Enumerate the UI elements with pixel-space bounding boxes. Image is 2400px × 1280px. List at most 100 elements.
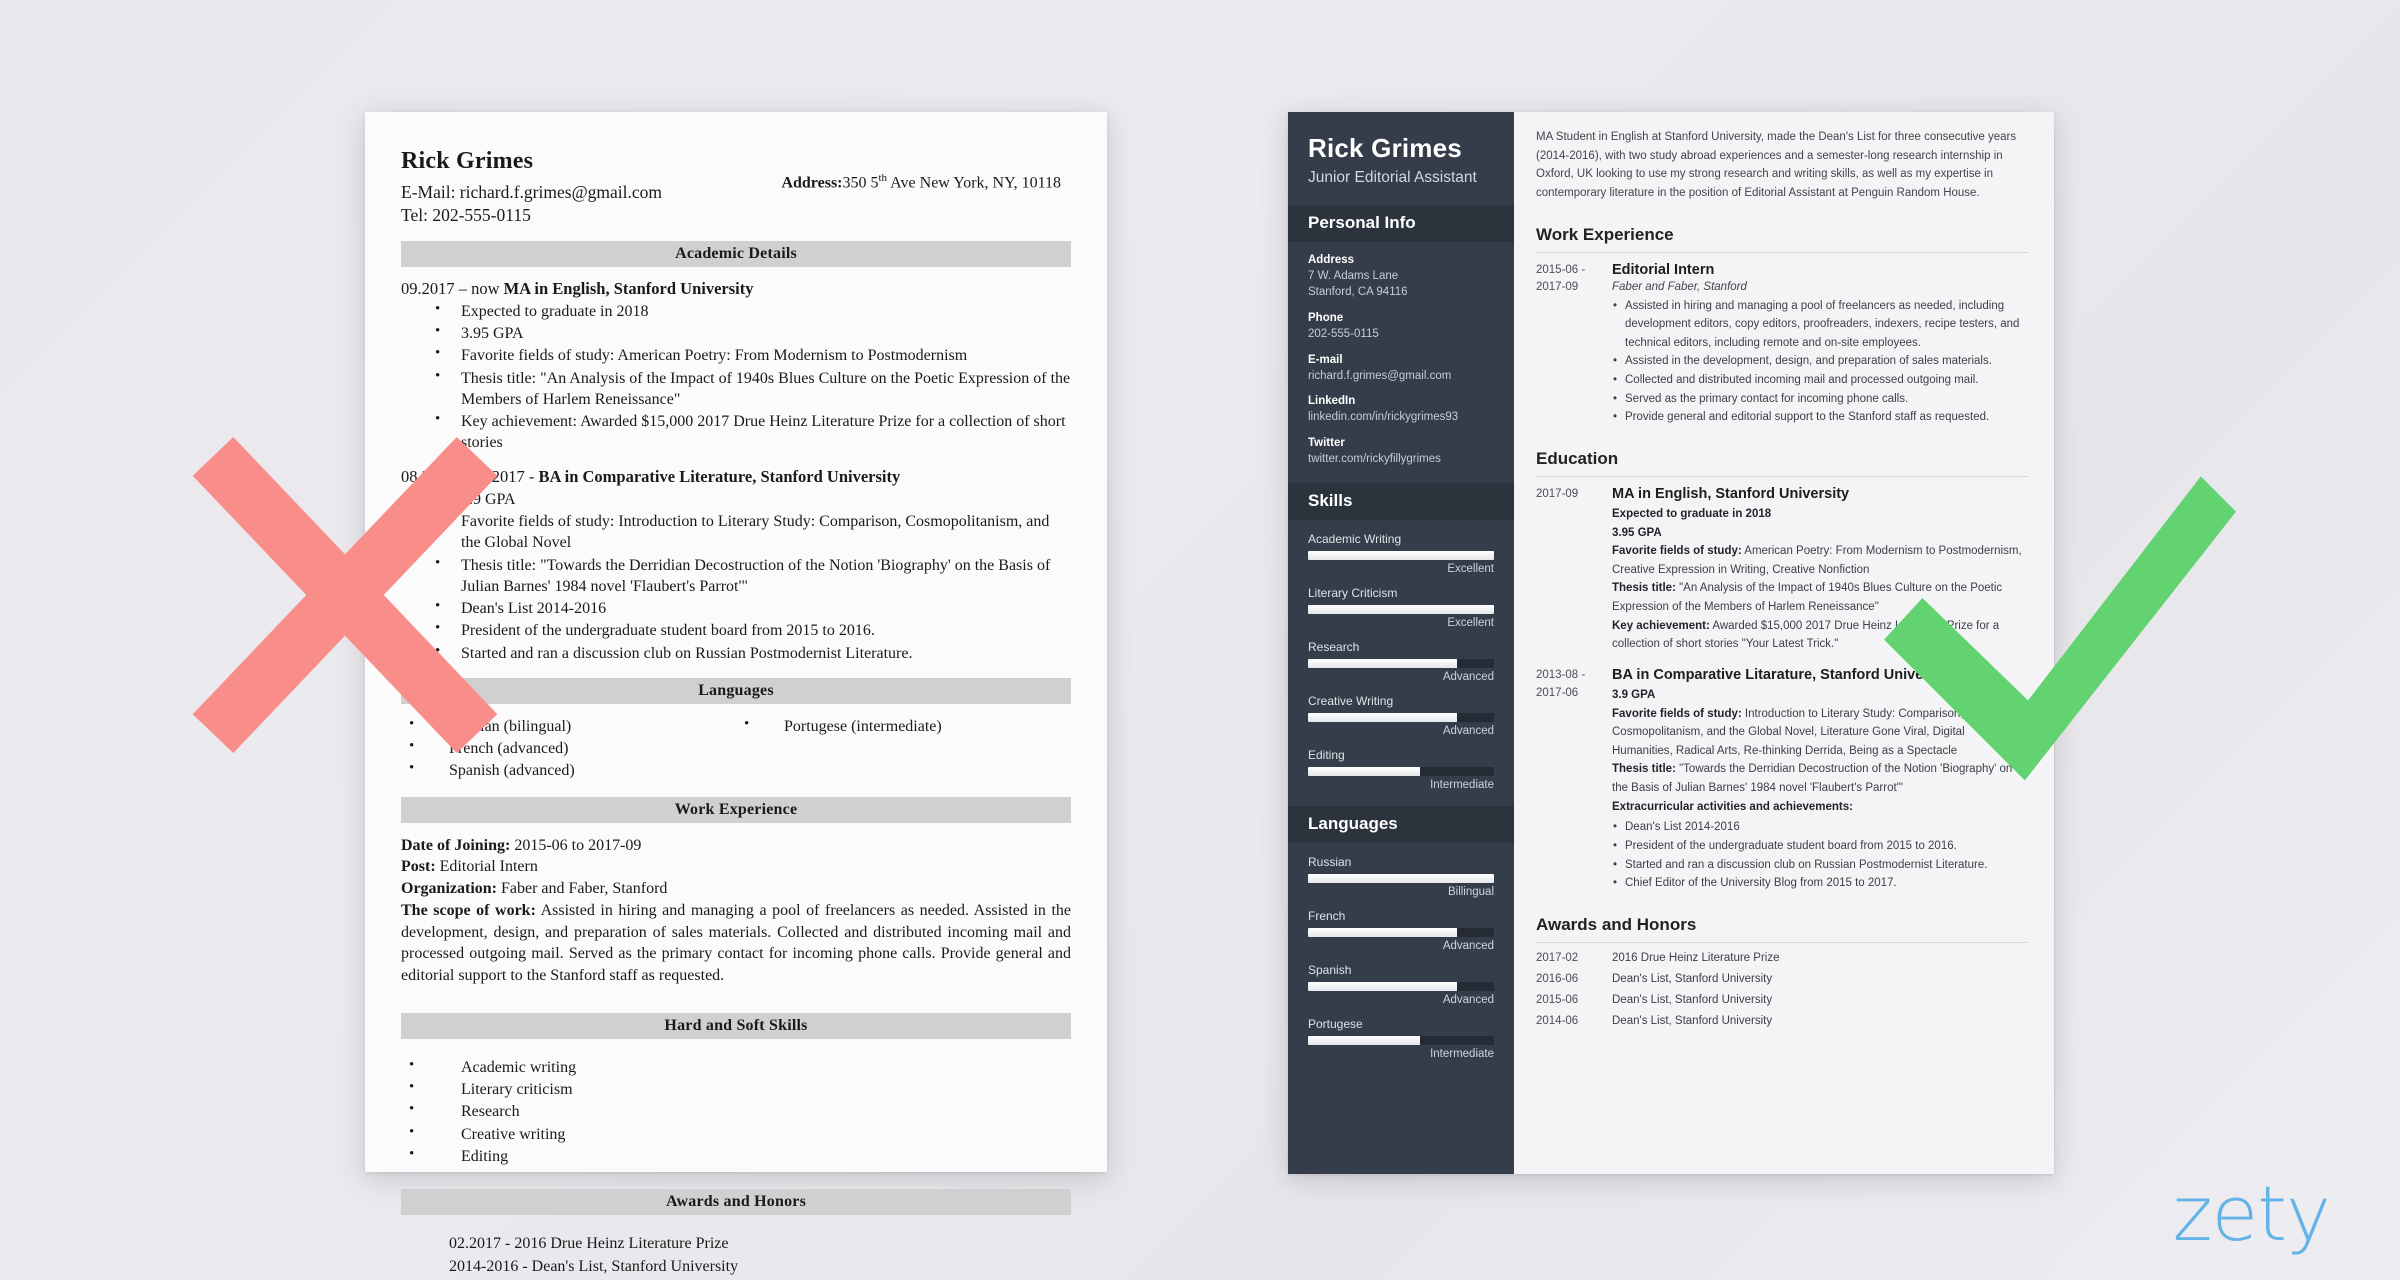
good-education-line: Favorite fields of study: American Poetr… bbox=[1612, 545, 2022, 576]
bad-resume-document: Rick Grimes E-Mail: richard.f.grimes@gma… bbox=[365, 112, 1107, 1275]
bad-education-dates: 09.2017 – now bbox=[401, 278, 504, 298]
bad-section-skills: Hard and Soft Skills bbox=[401, 1012, 1071, 1039]
good-education-line-label: Thesis title: bbox=[1612, 582, 1676, 595]
good-skill-level: Intermediate bbox=[1430, 778, 1494, 791]
good-language-level: Advanced bbox=[1442, 993, 1494, 1006]
good-sidebar-header: Rick Grimes Junior Editorial Assistant bbox=[1288, 112, 1514, 205]
bad-languages-column-2: Portugese (intermediate) bbox=[736, 715, 1071, 783]
good-skill-track bbox=[1308, 604, 1494, 614]
bad-resume-email: E-Mail: richard.f.grimes@gmail.com bbox=[401, 181, 663, 202]
good-language-level: Advanced bbox=[1442, 939, 1494, 952]
good-education-content: MA in English, Stanford University Expect… bbox=[1612, 486, 2028, 654]
good-personal-info-label: LinkedIn bbox=[1308, 395, 1356, 408]
good-education-line: 3.95 GPA bbox=[1612, 524, 2028, 543]
good-section-education: Education 2017-09 MA in English, Stanford… bbox=[1536, 449, 2028, 893]
good-education-title: BA in Comparative Litarature, Stanford U… bbox=[1612, 666, 1954, 683]
good-education-date: 2013-08 -2017-06 bbox=[1536, 668, 1586, 699]
good-award-date: 2015-06 bbox=[1536, 993, 1579, 1006]
bad-section-languages: Languages bbox=[401, 677, 1071, 704]
good-language-track bbox=[1308, 927, 1494, 937]
bad-skill-item: Academic writing bbox=[409, 1056, 1071, 1078]
bad-resume-address-value-a: 350 5 bbox=[842, 174, 879, 192]
good-skill-label: Academic Writing bbox=[1308, 531, 1402, 546]
good-language-bars-list: Russian Billingual French Advanced Spanish Ad… bbox=[1288, 843, 1514, 1075]
good-skill-fill bbox=[1308, 604, 1494, 614]
good-work-title: Editorial Intern bbox=[1612, 261, 1715, 278]
bad-skill-item: Creative writing bbox=[409, 1123, 1071, 1145]
bad-language-item: Portugese (intermediate) bbox=[744, 715, 1071, 737]
good-education-bullet: President of the undergraduate student b… bbox=[1612, 837, 2028, 856]
bad-resume-address-value-b: Ave New York, NY, 10118 bbox=[887, 174, 1061, 192]
good-work-content: Editorial Intern Faber and Faber, Stanfor… bbox=[1612, 262, 2028, 427]
good-work-bullets: Assisted in hiring and managing a pool o… bbox=[1612, 297, 2028, 427]
good-education-entry: 2013-08 -2017-06 BA in Comparative Litara… bbox=[1536, 667, 2028, 893]
good-skill-bars-list: Academic Writing Excellent Literary Critic… bbox=[1288, 520, 1514, 806]
good-skill-track bbox=[1308, 766, 1494, 776]
bad-education-bullet: Key achievement: Awarded $15,000 2017 Dr… bbox=[435, 410, 1071, 454]
good-skill-label: Research bbox=[1308, 639, 1360, 654]
good-language-fill bbox=[1308, 1035, 1420, 1045]
good-education-line-label: 3.9 GPA bbox=[1612, 688, 1656, 701]
good-award-text: Dean's List, Stanford University bbox=[1612, 993, 1773, 1006]
good-award-text: Dean's List, Stanford University bbox=[1612, 972, 1773, 985]
good-section-awards: Awards and Honors 2017-02 2016 Drue Heinz… bbox=[1536, 915, 2028, 1027]
bad-resume-name: Rick Grimes bbox=[401, 148, 534, 174]
bad-education-bullet: Favorite fields of study: Introduction t… bbox=[435, 510, 1071, 554]
good-award-row: 2014-06 Dean's List, Stanford University bbox=[1536, 1015, 2028, 1027]
good-award-text: 2016 Drue Heinz Literature Prize bbox=[1612, 951, 1780, 964]
bad-resume-address-label: Address: bbox=[781, 174, 843, 192]
good-sidebar-heading-personal-info: Personal Info bbox=[1288, 204, 1514, 242]
good-heading-education: Education bbox=[1536, 449, 2028, 477]
bad-education-bullets: 3.9 GPAFavorite fields of study: Introdu… bbox=[435, 488, 1071, 664]
bad-education-bullet: 3.9 GPA bbox=[435, 488, 1071, 510]
bad-languages-grid: Russian (bilingual)French (advanced)Span… bbox=[401, 715, 1071, 783]
good-language: French Advanced bbox=[1308, 909, 1494, 952]
bad-section-academic-details: Academic Details bbox=[401, 240, 1071, 267]
good-education-content: BA in Comparative Litarature, Stanford U… bbox=[1612, 667, 2028, 893]
good-skill-level: Excellent bbox=[1447, 562, 1494, 575]
bad-resume-contact-block: Rick Grimes E-Mail: richard.f.grimes@gma… bbox=[401, 146, 662, 227]
good-skill-track bbox=[1308, 658, 1494, 668]
good-resume-job-title: Junior Editorial Assistant bbox=[1308, 168, 1477, 186]
good-award-date: 2016-06 bbox=[1536, 972, 1579, 985]
bad-skill-item: Research bbox=[409, 1100, 1071, 1122]
good-heading-awards: Awards and Honors bbox=[1536, 915, 2028, 943]
good-personal-info-item: Address 7 W. Adams Lane Stanford, CA 94116 bbox=[1308, 254, 1494, 301]
good-education-bullets: Dean's List 2014-2016President of the un… bbox=[1612, 818, 2028, 893]
bad-education-bullet: Started and ran a discussion club on Rus… bbox=[435, 642, 1071, 664]
good-skill-fill bbox=[1308, 550, 1494, 560]
good-skill-track bbox=[1308, 550, 1494, 560]
good-awards-entries: 2017-02 2016 Drue Heinz Literature Prize 2… bbox=[1536, 952, 2028, 1027]
good-language-fill bbox=[1308, 873, 1494, 883]
good-resume-sidebar: Rick Grimes Junior Editorial Assistant P… bbox=[1288, 112, 1514, 1174]
good-education-line: Thesis title: "Towards the Derridian Dec… bbox=[1612, 763, 2013, 794]
bad-education-heading: 09.2017 – now MA in English, Stanford Un… bbox=[401, 279, 1071, 299]
good-education-line: 3.9 GPA bbox=[1612, 686, 2028, 705]
good-education-line-label: 3.95 GPA bbox=[1612, 526, 1662, 539]
bad-education-entry: 08.2013 – 06.2017 - BA in Comparative Li… bbox=[401, 467, 1071, 664]
good-education-entry: 2017-09 MA in English, Stanford Universit… bbox=[1536, 486, 2028, 654]
good-skill-label: Creative Writing bbox=[1308, 693, 1394, 708]
good-work-bullet: Assisted in hiring and managing a pool o… bbox=[1612, 297, 2028, 353]
good-heading-work-experience: Work Experience bbox=[1536, 225, 2028, 253]
good-sidebar-heading-skills: Skills bbox=[1288, 482, 1514, 520]
good-education-entries: 2017-09 MA in English, Stanford Universit… bbox=[1536, 486, 2028, 893]
good-language-level: Intermediate bbox=[1430, 1047, 1494, 1060]
good-personal-info-list: Address 7 W. Adams Lane Stanford, CA 94116… bbox=[1288, 242, 1514, 483]
good-education-line-label: Favorite fields of study: bbox=[1612, 545, 1742, 558]
good-language-track bbox=[1308, 873, 1494, 883]
good-work-bullet: Provide general and editorial support to… bbox=[1612, 408, 2028, 427]
good-skill: Literary Criticism Excellent bbox=[1308, 586, 1494, 629]
good-work-org: Faber and Faber, Stanford bbox=[1612, 280, 1747, 293]
bad-education-bullet: Thesis title: "Towards the Derridian Dec… bbox=[435, 554, 1071, 598]
bad-education-heading: 08.2013 – 06.2017 - BA in Comparative Li… bbox=[401, 467, 1071, 487]
good-language-track bbox=[1308, 1035, 1494, 1045]
good-language-label: Spanish bbox=[1308, 962, 1352, 977]
good-education-line: Extracurricular activities and achieveme… bbox=[1612, 798, 2028, 817]
good-resume-main-column: MA Student in English at Stanford Univer… bbox=[1514, 112, 2054, 1174]
good-skill-label: Editing bbox=[1308, 747, 1345, 762]
bad-work-block: Date of Joining: 2015-06 to 2017-09 Post… bbox=[401, 835, 1071, 987]
good-award-text: Dean's List, Stanford University bbox=[1612, 1014, 1773, 1027]
good-award-row: 2015-06 Dean's List, Stanford University bbox=[1536, 994, 2028, 1006]
good-education-line-label: Extracurricular activities and achieveme… bbox=[1612, 800, 1853, 813]
